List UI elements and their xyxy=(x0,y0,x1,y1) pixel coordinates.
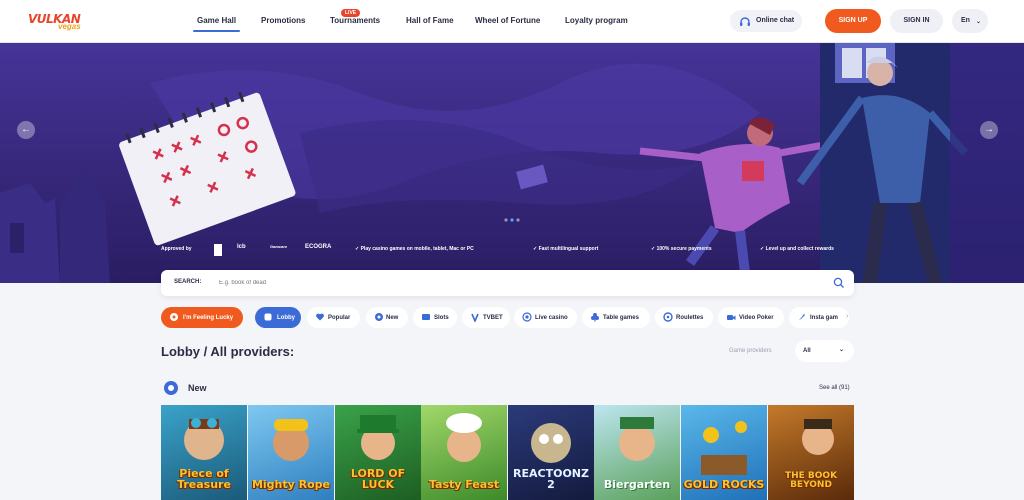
search-input[interactable] xyxy=(219,275,779,291)
category-label: Table games xyxy=(603,315,639,321)
rocket-icon xyxy=(799,314,805,320)
lobby-icon xyxy=(264,313,272,321)
game-providers-label: Game providers xyxy=(729,348,772,354)
feature-support-text: Fast multilingual support xyxy=(538,246,599,252)
game-title: THE BOOK BEYOND xyxy=(784,471,838,490)
carousel-prev-button[interactable]: ← xyxy=(17,121,35,139)
feature-rewards-text: Level up and collect rewards xyxy=(765,246,834,252)
game-tile[interactable]: GOLD ROCKS xyxy=(681,405,767,500)
category-tvbet[interactable]: TVBET xyxy=(462,307,510,328)
game-title: Biergarten xyxy=(603,478,671,491)
feature-mobile-text: Play casino games on mobile, tablet, Mac… xyxy=(360,246,474,252)
shield-badge-icon xyxy=(214,244,222,256)
category-popular[interactable]: Popular xyxy=(307,307,360,328)
chevron-down-icon: ⌄ xyxy=(976,19,982,25)
headset-icon xyxy=(739,15,751,33)
lobby-title: Lobby / All providers: xyxy=(161,344,295,359)
nav-loyalty-program[interactable]: Loyalty program xyxy=(565,16,628,25)
carousel-next-button[interactable]: → xyxy=(980,121,998,139)
game-tile[interactable]: REACTOONZ 2 xyxy=(508,405,594,500)
feature-support: ✓ Fast multilingual support xyxy=(533,246,599,252)
logo-subtext: vegas xyxy=(58,22,81,31)
scroll-right-icon[interactable]: › xyxy=(846,313,848,320)
hero-illustration xyxy=(0,43,1024,283)
category-label: Slots xyxy=(434,315,449,321)
nav-tournaments[interactable]: Tournaments xyxy=(330,16,380,25)
nav-game-hall[interactable]: Game Hall xyxy=(197,16,236,25)
game-title: Tasty Feast xyxy=(428,478,500,491)
category-label: I'm Feeling Lucky xyxy=(183,315,234,321)
category-label: Lobby xyxy=(277,315,295,321)
category-roulettes[interactable]: Roulettes xyxy=(655,307,713,328)
online-chat-label: Online chat xyxy=(756,17,795,24)
search-label: SEARCH: xyxy=(174,279,202,285)
partner-ecogra: ECOGRA xyxy=(305,244,332,250)
language-value: En xyxy=(961,17,970,24)
online-chat-button[interactable]: Online chat xyxy=(730,10,802,32)
game-title: Mighty Rope xyxy=(251,478,331,491)
game-tile[interactable]: Tasty Feast xyxy=(421,405,507,500)
providers-value: All xyxy=(803,348,811,354)
game-tile[interactable]: LORD OF LUCK xyxy=(335,405,421,500)
search-icon[interactable] xyxy=(833,276,845,294)
category-label: Popular xyxy=(328,315,351,321)
sign-in-button[interactable]: SIGN IN xyxy=(890,9,943,33)
feature-secure: ✓ 100% secure payments xyxy=(651,246,712,252)
category-label: Roulettes xyxy=(676,315,704,321)
game-title: GOLD ROCKS xyxy=(683,478,765,491)
partner-lcb: lcb xyxy=(237,244,246,250)
category-insta-games[interactable]: Insta gam xyxy=(789,307,849,328)
heart-icon xyxy=(316,313,324,321)
category-new[interactable]: New xyxy=(366,307,408,328)
game-tile[interactable]: THE BOOK BEYOND xyxy=(768,405,854,500)
game-tile[interactable]: Piece of Treasure xyxy=(161,405,247,500)
game-title: REACTOONZ 2 xyxy=(513,467,589,491)
category-label: Live casino xyxy=(535,315,568,321)
game-title: Piece of Treasure xyxy=(177,467,231,491)
live-icon xyxy=(522,312,532,322)
partner-gamcare: Gamcare xyxy=(270,244,288,249)
category-label: Video Poker xyxy=(739,315,774,321)
game-title: LORD OF LUCK xyxy=(350,467,406,491)
feature-secure-text: 100% secure payments xyxy=(656,246,712,252)
sign-up-button[interactable]: SIGN UP xyxy=(825,9,881,33)
category-table-games[interactable]: Table games xyxy=(582,307,650,328)
nav-active-underline xyxy=(193,30,240,32)
video-icon xyxy=(727,315,736,320)
game-providers-select[interactable]: All ⌄ xyxy=(795,340,854,362)
hero-banner[interactable]: ← → Approved by lcb Gamcare ECOGRA ✓ Pla… xyxy=(0,43,1024,283)
site-header: VULKAN vegas Game Hall Promotions LIVE T… xyxy=(0,0,1024,43)
game-tile[interactable]: Biergarten xyxy=(594,405,680,500)
nav-promotions[interactable]: Promotions xyxy=(261,16,305,25)
category-live-casino[interactable]: Live casino xyxy=(514,307,577,328)
category-video-poker[interactable]: Video Poker xyxy=(718,307,784,328)
feature-mobile: ✓ Play casino games on mobile, tablet, M… xyxy=(355,246,474,252)
club-icon xyxy=(591,313,599,322)
category-label: Insta gam xyxy=(810,315,839,321)
search-bar: SEARCH: xyxy=(161,270,854,296)
see-all-link[interactable]: See all (91) xyxy=(819,385,850,391)
category-slots[interactable]: Slots xyxy=(413,307,457,328)
new-section-title: New xyxy=(188,383,207,393)
roulette-icon xyxy=(663,312,673,322)
approved-by-label: Approved by xyxy=(161,246,192,252)
category-label: TVBET xyxy=(483,315,503,321)
slots-icon xyxy=(422,314,430,320)
game-tile[interactable]: Mighty Rope xyxy=(248,405,334,500)
feature-rewards: ✓ Level up and collect rewards xyxy=(760,246,834,252)
vulkan-logo[interactable]: VULKAN vegas xyxy=(28,10,88,34)
new-section-icon xyxy=(164,381,178,395)
category-feeling-lucky[interactable]: I'm Feeling Lucky xyxy=(161,307,243,328)
new-icon xyxy=(375,313,383,321)
category-label: New xyxy=(386,315,399,321)
chevron-down-icon: ⌄ xyxy=(839,347,845,353)
nav-hall-of-fame[interactable]: Hall of Fame xyxy=(406,16,454,25)
nav-wheel-of-fortune[interactable]: Wheel of Fortune xyxy=(475,16,540,25)
lucky-icon xyxy=(170,313,178,321)
language-select[interactable]: En ⌄ xyxy=(952,9,988,33)
tvbet-icon xyxy=(471,313,479,322)
category-lobby[interactable]: Lobby xyxy=(255,307,301,328)
